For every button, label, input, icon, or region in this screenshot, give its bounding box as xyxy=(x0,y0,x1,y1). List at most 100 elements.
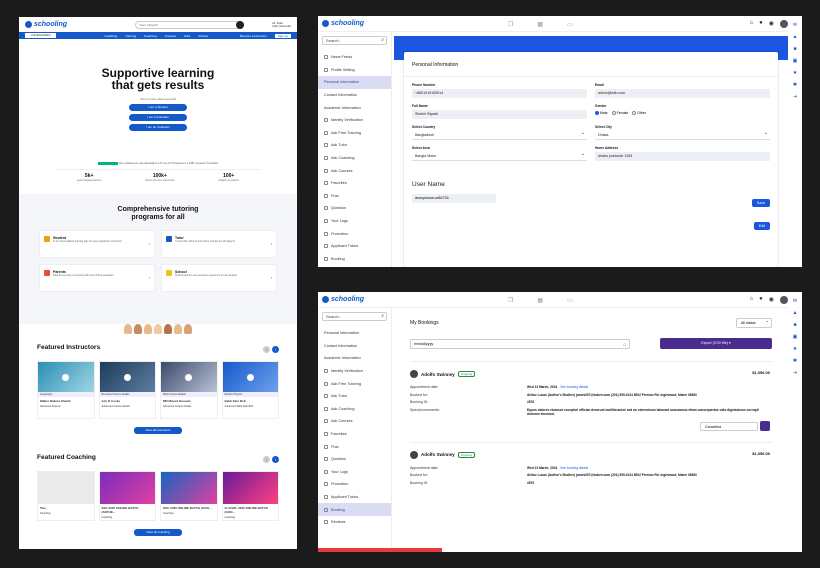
export-csv-button[interactable]: Export (CSV file) ▾ xyxy=(660,338,772,349)
next-arrow-icon[interactable]: › xyxy=(272,456,279,463)
nav-item[interactable]: Tutoring xyxy=(125,34,136,38)
prev-arrow-icon[interactable]: ‹ xyxy=(263,346,270,353)
gender-other-radio[interactable]: Other xyxy=(632,111,646,116)
sidebar-item-profile-setting[interactable]: Profile Setting xyxy=(318,64,391,77)
phone-field[interactable]: +8801919155914 xyxy=(412,89,587,98)
window-icon[interactable]: ▭ xyxy=(567,297,573,304)
sidebar-item-academic-info[interactable]: Academic Information xyxy=(318,352,391,365)
brand-logo[interactable]: schooling xyxy=(25,21,67,28)
star-icon[interactable]: ★ xyxy=(793,70,797,76)
messenger-icon[interactable]: ◉ xyxy=(769,296,774,304)
gear-icon[interactable]: ✱ xyxy=(793,358,797,364)
nav-item[interactable]: Coaching xyxy=(104,34,117,38)
next-arrow-icon[interactable]: › xyxy=(272,346,279,353)
play-icon[interactable] xyxy=(62,373,70,381)
sidebar-item-ask-tutor[interactable]: Ask Tutor xyxy=(318,139,391,152)
nav-item[interactable]: Articles xyxy=(198,34,208,38)
brand-logo[interactable]: schooling xyxy=(322,20,364,27)
sidebar-item-promotion[interactable]: Promotion xyxy=(318,478,391,491)
nav-item[interactable]: Coaching xyxy=(144,34,157,38)
sidebar-item-free-tutoring[interactable]: Ask Free Tutoring xyxy=(318,127,391,140)
coaching-card[interactable]: HSC 2025 ONLINE BATCH (GOO... Coaching xyxy=(160,471,218,521)
copy-icon[interactable]: ❐ xyxy=(508,21,513,28)
sidebar-item-favorites[interactable]: Favorites xyxy=(318,428,391,441)
search-icon[interactable] xyxy=(236,20,245,29)
area-select[interactable]: Bangla Motor xyxy=(412,150,587,161)
messenger-icon[interactable]: ◉ xyxy=(769,20,774,28)
sidebar-item-logs[interactable]: Your Logs xyxy=(318,215,391,228)
program-card-school[interactable]: School School partners can seamless resou… xyxy=(161,264,277,292)
address-field[interactable]: dhaka postcode 1264 xyxy=(595,152,770,161)
save-button[interactable]: Save xyxy=(751,199,770,207)
instructor-card[interactable]: Math Course Details MD Masud Hossain Advan… xyxy=(160,361,218,419)
program-card-tutor[interactable]: Tutor Tutors offer efficient and online t… xyxy=(161,230,277,258)
sidebar-item-ask-courses[interactable]: Ask Courses xyxy=(318,415,391,428)
institution-button[interactable]: I am an Institution xyxy=(129,124,187,131)
grid-icon[interactable]: ▦ xyxy=(537,297,543,304)
search-category[interactable]: Tutor xyxy=(139,23,146,27)
nav-item[interactable]: Jobs xyxy=(184,34,190,38)
sidebar-item-contact-info[interactable]: Contact Information xyxy=(318,89,391,102)
chat-icon[interactable] xyxy=(760,420,770,431)
home-icon[interactable]: ⌂ xyxy=(750,20,754,28)
booking-details-link[interactable]: See booking details xyxy=(560,385,588,389)
gear-icon[interactable]: ✱ xyxy=(793,82,797,88)
date-filter-input[interactable]: mm/dd/yyyy xyxy=(410,338,630,349)
bell-icon[interactable]: ▲ xyxy=(793,34,798,40)
avatar[interactable] xyxy=(780,296,788,304)
grid-icon[interactable]: ▦ xyxy=(537,21,543,28)
nav-item[interactable]: Courses xyxy=(165,34,176,38)
instructor-card[interactable]: Geography Walter Dakota Sheikh Advanced Sc… xyxy=(37,361,95,419)
sidebar-search-input[interactable]: Search.. xyxy=(322,312,387,321)
instructor-card[interactable]: Modern Physics Sabb Sam Bolt Advanced Sabb… xyxy=(221,361,279,419)
gender-male-radio[interactable]: Male xyxy=(595,111,608,116)
sidebar-item-ask-tutor[interactable]: Ask Tutor xyxy=(318,390,391,403)
sidebar-item-question[interactable]: Question xyxy=(318,202,391,215)
student-button[interactable]: I am a Student xyxy=(129,104,187,111)
sidebar-item-personal-info[interactable]: Personal Information xyxy=(318,76,391,89)
avatar[interactable] xyxy=(780,20,788,28)
mail-icon[interactable]: ✉ xyxy=(793,22,797,28)
city-select[interactable]: Dhaka xyxy=(595,129,770,140)
categories-button[interactable]: CATEGORIES xyxy=(25,33,57,38)
email-field[interactable]: admin@edb.com xyxy=(595,89,770,98)
window-icon[interactable]: ▭ xyxy=(567,21,573,28)
sidebar-item-identity[interactable]: Identity Verification xyxy=(318,114,391,127)
mail-icon[interactable]: ✉ xyxy=(793,298,797,304)
gender-female-radio[interactable]: Female xyxy=(611,111,628,116)
chat-icon[interactable]: ■ xyxy=(793,46,796,52)
calendar-icon[interactable]: ▣ xyxy=(793,58,798,64)
booking-details-link[interactable]: See booking details xyxy=(560,466,588,470)
coaching-card[interactable]: SSC 2025 ONLINE BATCH (ANTHE... Coaching xyxy=(98,471,156,521)
program-card-student[interactable]: Student K-12, Personalized tutoring app f… xyxy=(39,230,155,258)
sidebar-item-applicant-tutors[interactable]: Applicant Tutors xyxy=(318,240,391,253)
bell-icon[interactable]: ● xyxy=(759,296,763,304)
sidebar-item-news-feeds[interactable]: News Feeds xyxy=(318,51,391,64)
bell-icon[interactable]: ▲ xyxy=(793,310,798,316)
play-icon[interactable] xyxy=(246,373,254,381)
exit-icon[interactable]: ⇥ xyxy=(793,370,797,376)
status-filter-select[interactable]: All status xyxy=(736,318,772,328)
sidebar-item-ask-courses[interactable]: Ask Courses xyxy=(318,164,391,177)
sidebar-item-ask-coaching[interactable]: Ask Coaching xyxy=(318,152,391,165)
sidebar-item-contact-info[interactable]: Contact Information xyxy=(318,340,391,353)
star-icon[interactable]: ★ xyxy=(793,346,797,352)
calendar-icon[interactable]: ▣ xyxy=(793,334,798,340)
search-input[interactable]: Tutor | Search xyxy=(135,20,245,29)
sidebar-item-identity[interactable]: Identity Verification xyxy=(318,365,391,378)
play-icon[interactable] xyxy=(123,373,131,381)
sidebar-search-input[interactable]: Search.. xyxy=(322,36,387,45)
guardian-button[interactable]: I am a Guardian xyxy=(129,114,187,121)
sidebar-item-booking[interactable]: Booking xyxy=(318,253,391,266)
sidebar-item-favorites[interactable]: Favorites xyxy=(318,177,391,190)
coaching-card[interactable]: O LEVEL 2025 ONLINE BATCH (GOO... Coachin… xyxy=(221,471,279,521)
country-select[interactable]: Bangladesh xyxy=(412,129,587,140)
become-instructor-link[interactable]: Become a Instructor xyxy=(240,34,267,38)
user-menu[interactable]: Hi, Tess Cart | Account xyxy=(272,21,291,28)
sidebar-item-logs[interactable]: Your Logs xyxy=(318,466,391,479)
prev-arrow-icon[interactable]: ‹ xyxy=(263,456,270,463)
sidebar-item-personal-info[interactable]: Personal Information xyxy=(318,327,391,340)
view-all-coaching-button[interactable]: View all coaching xyxy=(134,529,182,536)
copy-icon[interactable]: ❐ xyxy=(508,297,513,304)
sidebar-item-free-tutoring[interactable]: Ask Free Tutoring xyxy=(318,377,391,390)
